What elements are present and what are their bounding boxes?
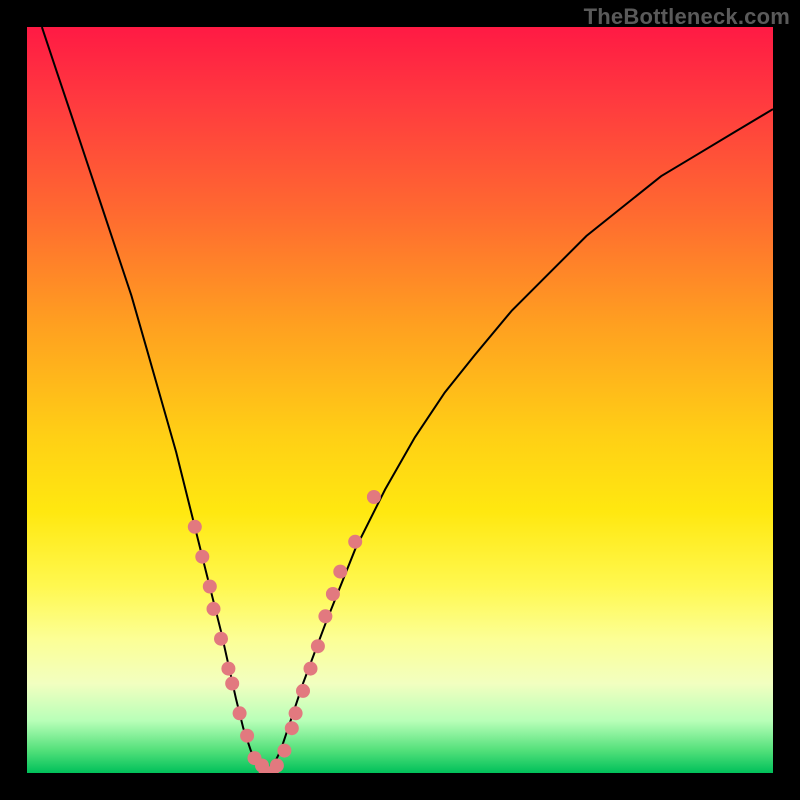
marker-point: [318, 609, 332, 623]
marker-point: [333, 565, 347, 579]
marker-point: [304, 662, 318, 676]
marker-point: [367, 490, 381, 504]
plot-area: [27, 27, 773, 773]
bottleneck-curve: [42, 27, 773, 773]
marker-point: [289, 706, 303, 720]
marker-point: [270, 759, 284, 773]
marker-point: [296, 684, 310, 698]
marker-point: [188, 520, 202, 534]
marker-point: [221, 662, 235, 676]
marker-point: [207, 602, 221, 616]
marker-point: [326, 587, 340, 601]
marker-point: [348, 535, 362, 549]
marker-point: [203, 580, 217, 594]
marker-point: [240, 729, 254, 743]
chart-overlay: [27, 27, 773, 773]
marker-point: [225, 677, 239, 691]
marker-point: [195, 550, 209, 564]
chart-frame: TheBottleneck.com: [0, 0, 800, 800]
marker-point: [311, 639, 325, 653]
marker-group: [188, 490, 381, 773]
marker-point: [277, 744, 291, 758]
watermark-text: TheBottleneck.com: [584, 4, 790, 30]
marker-point: [233, 706, 247, 720]
marker-point: [285, 721, 299, 735]
marker-point: [214, 632, 228, 646]
